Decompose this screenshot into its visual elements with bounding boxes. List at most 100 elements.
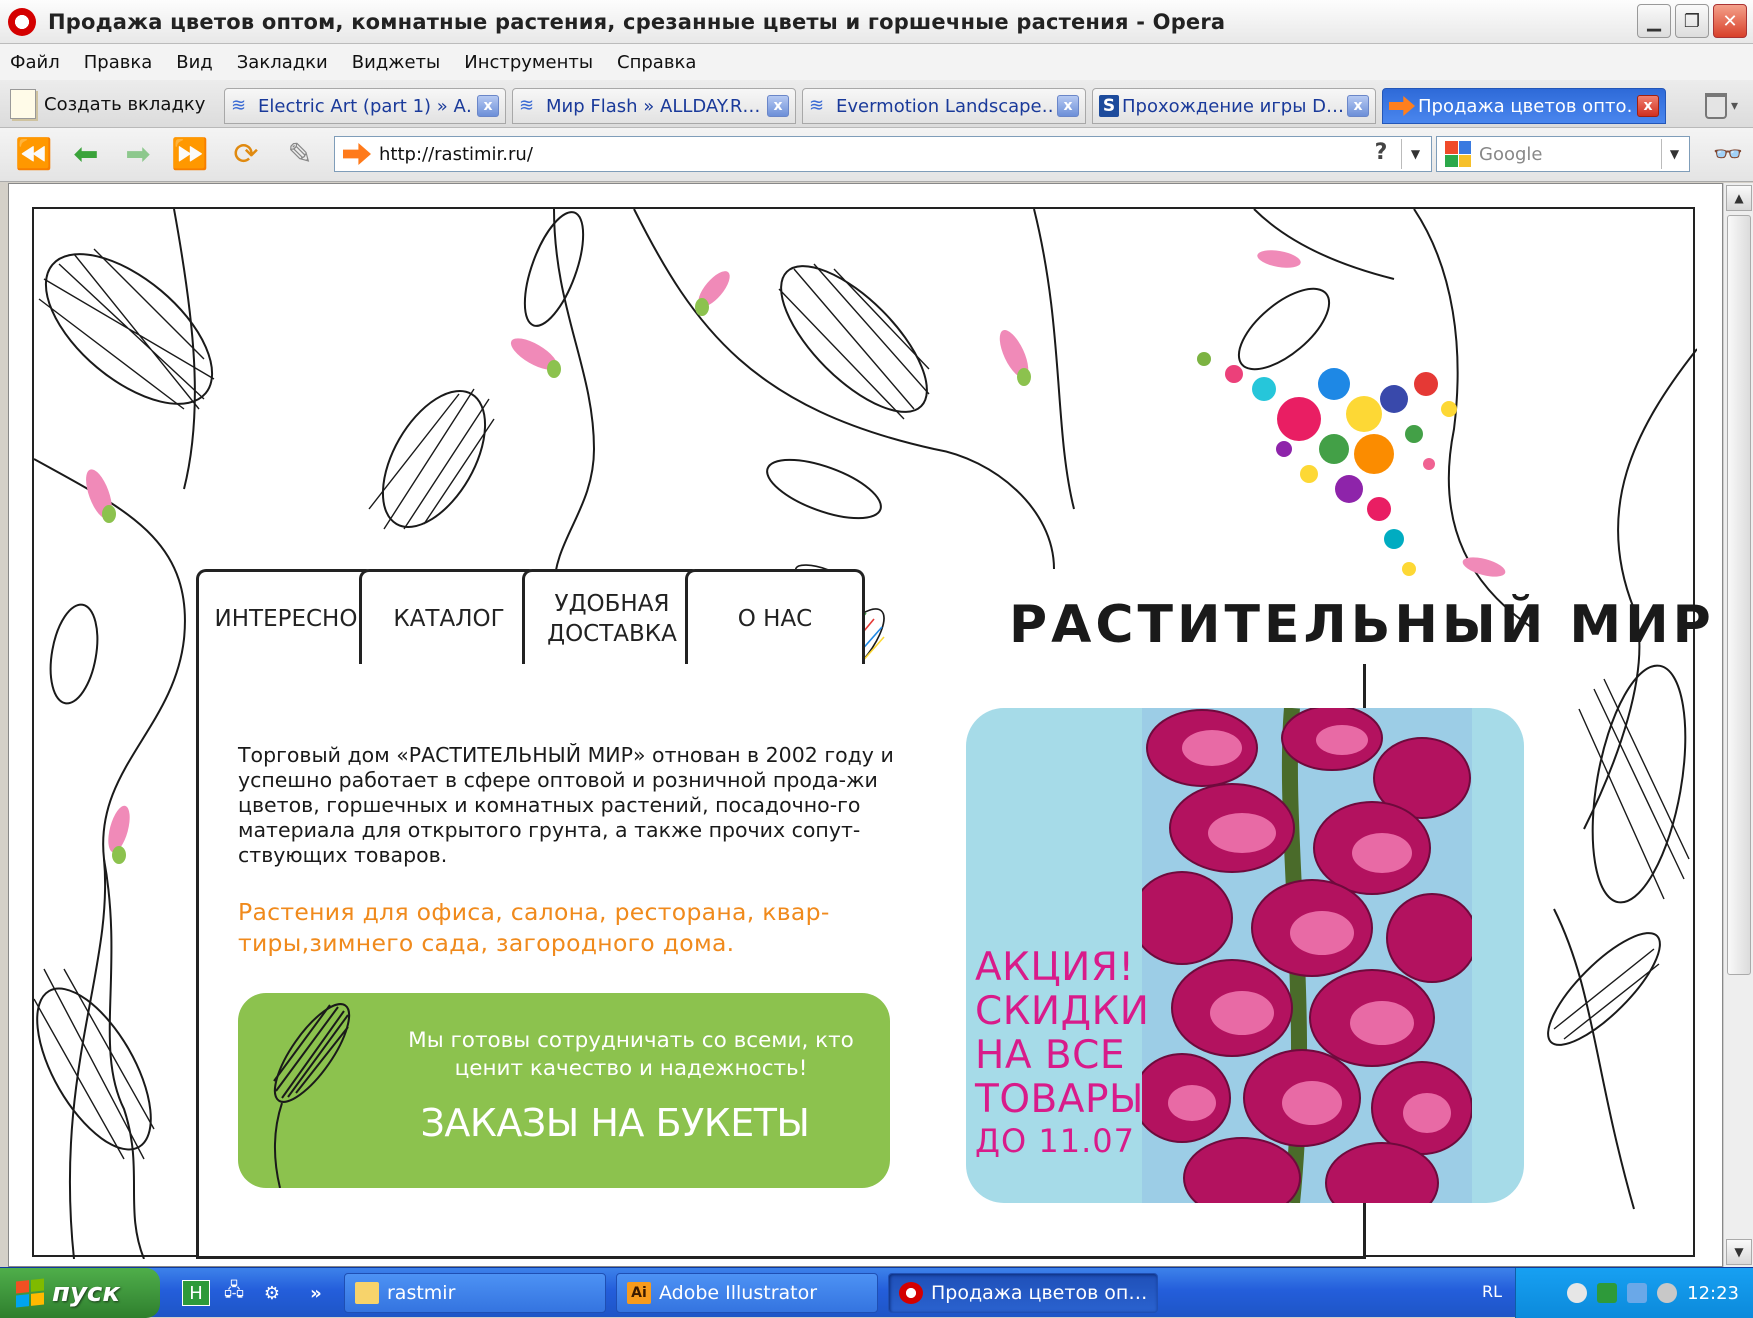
quicklaunch-app-icon[interactable]: H xyxy=(182,1280,210,1306)
task-rastmir-folder[interactable]: rastmir xyxy=(344,1273,606,1313)
search-input[interactable]: Google xyxy=(1479,144,1542,165)
tab-close-icon[interactable]: x xyxy=(477,95,499,117)
google-icon xyxy=(1445,141,1471,167)
edit-button[interactable]: ✎ xyxy=(280,136,320,172)
foxglove-flower-photo xyxy=(1142,708,1472,1203)
tab-label: Мир Flash » ALLDAY.R… xyxy=(546,95,761,117)
tab-about[interactable]: О НАС xyxy=(685,569,865,667)
folder-icon xyxy=(355,1282,379,1304)
reload-icon: ⟳ xyxy=(233,136,259,172)
close-button[interactable]: ✕ xyxy=(1713,4,1747,38)
scroll-thumb[interactable] xyxy=(1727,215,1751,975)
zoom-glasses-icon[interactable]: 👓 xyxy=(1713,140,1743,168)
arrow-icon xyxy=(1389,96,1415,116)
window-controls: ▁ ❐ ✕ xyxy=(1637,4,1747,38)
tray-app-icon[interactable] xyxy=(1597,1283,1618,1303)
tab-label: Evermotion Landscape… xyxy=(836,95,1053,117)
tab-delivery[interactable]: УДОБНАЯ ДОСТАВКА xyxy=(522,569,702,667)
company-intro-text: Торговый дом «РАСТИТЕЛЬНЫЙ МИР» отнован … xyxy=(238,743,894,867)
tab-close-icon[interactable]: x xyxy=(1637,95,1659,117)
bouquet-order-link[interactable]: ЗАКАЗЫ НА БУКЕТЫ xyxy=(390,1101,840,1145)
start-button[interactable]: пуск xyxy=(0,1268,160,1318)
quicklaunch-connection-icon[interactable]: ⚙ xyxy=(258,1280,286,1306)
sale-line-1: АКЦИЯ! xyxy=(975,945,1135,990)
wave-icon: ≋ xyxy=(231,95,247,116)
tab-interesting[interactable]: ИНТЕРЕСНО xyxy=(196,569,376,667)
new-page-icon xyxy=(10,89,36,119)
menu-edit[interactable]: Правка xyxy=(84,52,153,73)
tab-close-icon[interactable]: x xyxy=(767,95,789,117)
opera-logo-icon xyxy=(8,7,36,36)
address-bar[interactable]: http://rastimir.ru/ ? ▼ xyxy=(334,136,1432,172)
tab-catalog[interactable]: КАТАЛОГ xyxy=(359,569,539,667)
tab-label: Electric Art (part 1) » A… xyxy=(258,95,473,117)
tab-mir-flash[interactable]: ≋ Мир Flash » ALLDAY.R… x xyxy=(512,88,796,124)
menu-bar: Файл Правка Вид Закладки Виджеты Инструм… xyxy=(0,44,1753,80)
quicklaunch-network-icon[interactable]: 🖧 xyxy=(220,1280,248,1306)
search-engine-dropdown-button[interactable]: ▼ xyxy=(1661,139,1687,169)
search-box[interactable]: Google ▼ xyxy=(1436,136,1690,172)
task-label: Продажа цветов оп… xyxy=(931,1282,1148,1304)
quicklaunch-more-button[interactable]: » xyxy=(302,1280,330,1306)
chevron-down-icon: ▾ xyxy=(1731,98,1739,114)
task-adobe-illustrator[interactable]: Ai Adobe Illustrator xyxy=(616,1273,878,1313)
tab-electric-art[interactable]: ≋ Electric Art (part 1) » A… x xyxy=(224,88,506,124)
clock: 12:23 xyxy=(1687,1282,1739,1304)
sale-date: ДО 11.07 xyxy=(975,1122,1135,1160)
sale-line-2: СКИДКИ xyxy=(975,989,1150,1034)
fast-forward-icon: ⏩ xyxy=(171,136,209,172)
windows-logo-icon xyxy=(16,1278,44,1308)
address-input[interactable]: http://rastimir.ru/ xyxy=(379,144,533,165)
leaf-icon xyxy=(273,1003,351,1188)
scroll-up-button[interactable]: ▲ xyxy=(1726,185,1752,211)
new-tab-button[interactable]: Создать вкладку xyxy=(10,86,205,122)
menu-view[interactable]: Вид xyxy=(176,52,213,73)
tab-walkthrough[interactable]: S Прохождение игры D… x xyxy=(1092,88,1376,124)
task-label: Adobe Illustrator xyxy=(659,1282,818,1304)
vertical-scrollbar[interactable]: ▲ ▼ xyxy=(1723,183,1753,1267)
menu-tools[interactable]: Инструменты xyxy=(464,52,593,73)
tab-active-flowers[interactable]: Продажа цветов опто… x xyxy=(1382,88,1666,124)
illustrator-icon: Ai xyxy=(627,1282,651,1304)
tab-close-icon[interactable]: x xyxy=(1347,95,1369,117)
go-arrow-icon xyxy=(343,143,371,165)
menu-help[interactable]: Справка xyxy=(617,52,696,73)
wave-icon: ≋ xyxy=(809,95,825,116)
sale-line-4: ТОВАРЫ xyxy=(975,1077,1144,1122)
forward-button[interactable]: ➡ xyxy=(118,136,158,172)
rewind-button[interactable]: ⏪ xyxy=(14,136,54,172)
trash-button[interactable]: ▾ xyxy=(1705,90,1745,122)
tray-arrow-icon[interactable] xyxy=(1567,1283,1588,1303)
foxglove-flowers-image xyxy=(1142,708,1472,1203)
title-bar: Продажа цветов оптом, комнатные растения… xyxy=(0,0,1753,44)
language-indicator[interactable]: RL xyxy=(1482,1282,1502,1301)
site-frame: ИНТЕРЕСНО КАТАЛОГ УДОБНАЯ ДОСТАВКА О НАС… xyxy=(32,207,1711,1259)
tray-volume-icon[interactable] xyxy=(1657,1283,1678,1303)
offer-text: Растения для офиса, салона, ресторана, к… xyxy=(238,898,830,957)
back-button[interactable]: ⬅ xyxy=(66,136,106,172)
fast-forward-button[interactable]: ⏩ xyxy=(170,136,210,172)
task-opera-browser[interactable]: Продажа цветов оп… xyxy=(888,1273,1158,1313)
forward-arrow-icon: ➡ xyxy=(125,136,151,172)
wave-icon: ≋ xyxy=(519,95,535,116)
sale-text: АКЦИЯ! СКИДКИ НА ВСЕ ТОВАРЫ xyxy=(975,945,1150,1122)
tab-evermotion[interactable]: ≋ Evermotion Landscape… x xyxy=(802,88,1086,124)
promo-banner[interactable]: АКЦИЯ! СКИДКИ НА ВСЕ ТОВАРЫ ДО 11.07 xyxy=(966,708,1524,1203)
restore-button[interactable]: ❐ xyxy=(1675,4,1709,38)
opera-icon xyxy=(899,1282,923,1304)
window-title: Продажа цветов оптом, комнатные растения… xyxy=(48,9,1226,34)
tray-network-icon[interactable] xyxy=(1627,1283,1648,1303)
cooperation-message: Мы готовы сотрудничать со всеми, кто цен… xyxy=(408,1028,854,1081)
tab-bar: Создать вкладку ≋ Electric Art (part 1) … xyxy=(0,80,1753,128)
reload-button[interactable]: ⟳ xyxy=(226,136,266,172)
bouquet-order-banner[interactable]: Мы готовы сотрудничать со всеми, кто цен… xyxy=(238,993,890,1188)
menu-widgets[interactable]: Виджеты xyxy=(352,52,440,73)
address-dropdown-button[interactable]: ▼ xyxy=(1401,139,1429,169)
menu-file[interactable]: Файл xyxy=(10,52,60,73)
minimize-button[interactable]: ▁ xyxy=(1637,4,1671,38)
help-icon[interactable]: ? xyxy=(1367,140,1395,168)
menu-bookmarks[interactable]: Закладки xyxy=(237,52,328,73)
windows-taskbar: пуск H 🖧 ⚙ » rastmir Ai Adobe Illustrato… xyxy=(0,1267,1753,1318)
tab-close-icon[interactable]: x xyxy=(1057,95,1079,117)
scroll-down-button[interactable]: ▼ xyxy=(1726,1239,1752,1265)
